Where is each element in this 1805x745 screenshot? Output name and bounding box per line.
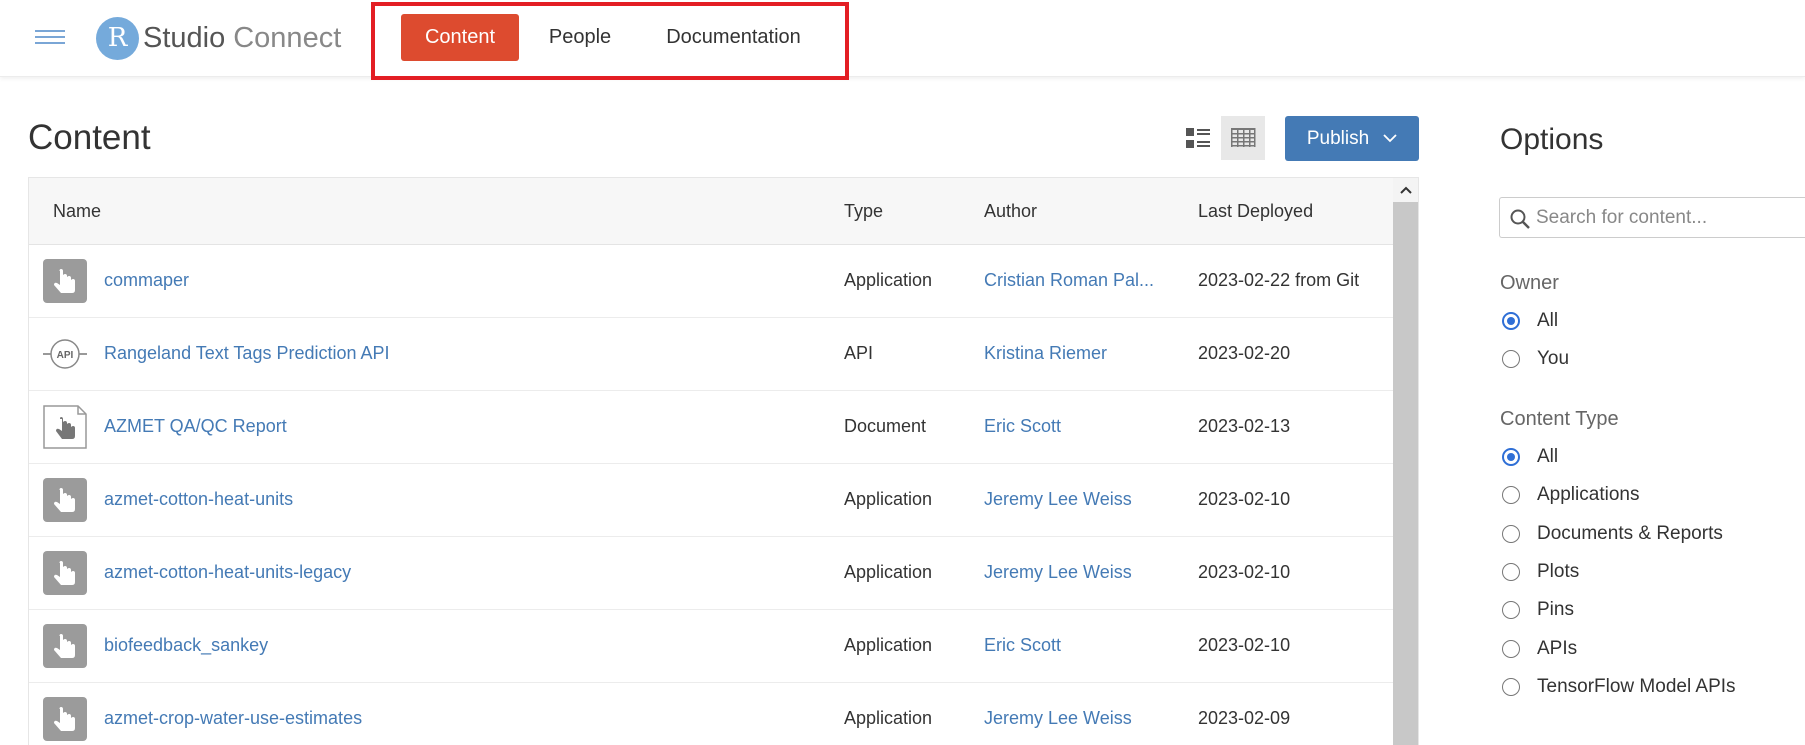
content-name-link[interactable]: azmet-cotton-heat-units-legacy — [104, 562, 351, 583]
search-icon — [1510, 209, 1530, 229]
content-type: Application — [844, 489, 933, 509]
content-last-deployed: 2023-02-20 — [1198, 343, 1291, 363]
content-last-deployed: 2023-02-22 from Git — [1198, 270, 1360, 290]
content-author-link[interactable]: Cristian Roman Pal... — [984, 270, 1154, 291]
page-title: Content — [28, 118, 151, 157]
list-view-icon[interactable] — [1176, 116, 1220, 160]
content-author-link[interactable]: Eric Scott — [984, 635, 1061, 656]
options-title: Options — [1500, 123, 1604, 156]
column-name-header[interactable]: Name — [53, 201, 101, 222]
content-type-option-plots[interactable]: Plots — [1502, 561, 1579, 583]
table-row[interactable]: AZMET QA/QC Report Document Eric Scott 2… — [29, 391, 1393, 464]
api-icon: API — [43, 332, 87, 376]
owner-option-all[interactable]: All — [1502, 310, 1558, 332]
content-author-link[interactable]: Eric Scott — [984, 416, 1061, 437]
content-type-option-pins[interactable]: Pins — [1502, 599, 1574, 621]
content-type-option-apis[interactable]: APIs — [1502, 638, 1577, 660]
nav-highlight-box — [371, 2, 849, 80]
content-author-link[interactable]: Kristina Riemer — [984, 343, 1107, 364]
content-type: Document — [844, 416, 927, 436]
content-type: Application — [844, 562, 933, 582]
content-last-deployed: 2023-02-13 — [1198, 416, 1291, 436]
content-type: Application — [844, 708, 933, 728]
content-last-deployed: 2023-02-10 — [1198, 635, 1291, 655]
content-name-link[interactable]: biofeedback_sankey — [104, 635, 268, 656]
table-row[interactable]: azmet-cotton-heat-units Application Jere… — [29, 464, 1393, 537]
content-author-link[interactable]: Jeremy Lee Weiss — [984, 489, 1132, 510]
table-row[interactable]: API Rangeland Text Tags Prediction API A… — [29, 318, 1393, 391]
content-type: API — [844, 343, 874, 363]
content-type-option-tensorflow-model-apis[interactable]: TensorFlow Model APIs — [1502, 676, 1736, 698]
publish-button[interactable]: Publish — [1285, 116, 1419, 161]
document-icon — [43, 405, 87, 449]
radio-selected-icon — [1502, 312, 1520, 330]
radio-selected-icon — [1502, 448, 1520, 466]
radio-unselected-icon — [1502, 601, 1520, 619]
content-last-deployed: 2023-02-10 — [1198, 562, 1291, 582]
content-author-link[interactable]: Jeremy Lee Weiss — [984, 562, 1132, 583]
content-name-link[interactable]: azmet-crop-water-use-estimates — [104, 708, 362, 729]
radio-unselected-icon — [1502, 525, 1520, 543]
content-type-option-label: All — [1537, 446, 1559, 467]
content-type: Application — [844, 270, 933, 290]
application-icon — [43, 478, 87, 522]
chevron-down-icon — [1383, 134, 1397, 143]
application-icon — [43, 259, 87, 303]
content-last-deployed: 2023-02-09 — [1198, 708, 1291, 728]
column-type-header[interactable]: Type — [844, 201, 883, 222]
radio-unselected-icon — [1502, 678, 1520, 696]
content-name-link[interactable]: commaper — [104, 270, 189, 291]
rstudio-connect-logo[interactable]: R Studio Connect — [96, 16, 341, 60]
scroll-up-arrow-icon[interactable] — [1393, 178, 1418, 202]
owner-option-label: All — [1537, 310, 1559, 331]
table-scrollbar[interactable] — [1393, 178, 1418, 745]
content-type-label: Content Type — [1500, 408, 1619, 430]
owner-option-you[interactable]: You — [1502, 348, 1569, 370]
content-name-link[interactable]: AZMET QA/QC Report — [104, 416, 287, 437]
content-author-link[interactable]: Jeremy Lee Weiss — [984, 708, 1132, 729]
logo-r-circle: R — [96, 16, 139, 60]
hamburger-menu-icon[interactable] — [35, 29, 65, 47]
logo-connect-text: Connect — [233, 21, 342, 54]
owner-label: Owner — [1500, 272, 1559, 294]
svg-text:API: API — [57, 350, 74, 361]
top-header: R Studio Connect Content People Document… — [0, 0, 1805, 77]
publish-label: Publish — [1306, 127, 1370, 149]
logo-studio-text: Studio — [143, 21, 226, 54]
radio-unselected-icon — [1502, 640, 1520, 658]
content-type-option-all[interactable]: All — [1502, 446, 1558, 468]
content-name-link[interactable]: azmet-cotton-heat-units — [104, 489, 293, 510]
table-row[interactable]: commaper Application Cristian Roman Pal.… — [29, 245, 1393, 318]
content-type-option-label: Pins — [1537, 599, 1574, 620]
content-type-option-label: Documents & Reports — [1537, 523, 1723, 544]
table-row[interactable]: biofeedback_sankey Application Eric Scot… — [29, 610, 1393, 683]
content-name-link[interactable]: Rangeland Text Tags Prediction API — [104, 343, 390, 364]
column-author-header[interactable]: Author — [984, 201, 1037, 222]
table-row[interactable]: azmet-crop-water-use-estimates Applicati… — [29, 683, 1393, 745]
radio-unselected-icon — [1502, 563, 1520, 581]
content-type-option-label: Applications — [1537, 484, 1640, 505]
content-type-option-label: APIs — [1537, 638, 1578, 659]
table-view-icon[interactable] — [1221, 116, 1265, 160]
content-type-option-applications[interactable]: Applications — [1502, 484, 1639, 506]
radio-unselected-icon — [1502, 350, 1520, 368]
content-search-box[interactable] — [1499, 197, 1805, 238]
content-type-option-label: Plots — [1537, 561, 1580, 582]
content-type: Application — [844, 635, 933, 655]
radio-unselected-icon — [1502, 486, 1520, 504]
content-type-option-label: TensorFlow Model APIs — [1537, 676, 1736, 697]
content-type-option-documents-reports[interactable]: Documents & Reports — [1502, 523, 1723, 545]
table-row[interactable]: azmet-cotton-heat-units-legacy Applicati… — [29, 537, 1393, 610]
application-icon — [43, 624, 87, 668]
application-icon — [43, 697, 87, 741]
search-input[interactable] — [1536, 202, 1802, 234]
column-last-deployed-header[interactable]: Last Deployed — [1198, 201, 1313, 222]
owner-option-label: You — [1537, 348, 1570, 369]
table-header: Name Type Author Last Deployed — [29, 178, 1393, 245]
content-last-deployed: 2023-02-10 — [1198, 489, 1291, 509]
content-table: Name Type Author Last Deployed commaper … — [28, 177, 1419, 745]
application-icon — [43, 551, 87, 595]
